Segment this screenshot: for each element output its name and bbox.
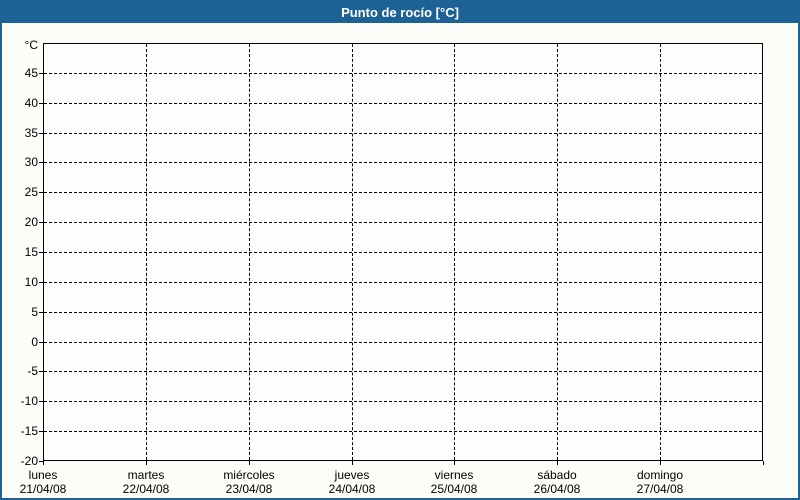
x-date-label: 26/04/08 bbox=[533, 482, 581, 496]
gridline-h bbox=[44, 401, 762, 402]
y-axis-tick bbox=[39, 401, 43, 402]
chart-area: 45 40 35 30 25 20 15 10 5 0 -5 -10 -15 -20 °C lunes 21/0… bbox=[2, 2, 798, 498]
y-tick-label: 25 bbox=[24, 185, 38, 199]
y-tick-label: 10 bbox=[24, 275, 38, 289]
y-tick-label: 20 bbox=[24, 215, 38, 229]
gridline-h bbox=[44, 133, 762, 134]
y-tick-label: -10 bbox=[20, 394, 38, 408]
y-tick-label: -15 bbox=[20, 424, 38, 438]
x-day-label: miércoles bbox=[223, 468, 275, 482]
gridline-h bbox=[44, 252, 762, 253]
x-day-label: sábado bbox=[537, 468, 577, 482]
y-axis-tick bbox=[39, 103, 43, 104]
x-day-label: domingo bbox=[636, 468, 684, 482]
gridline-h bbox=[44, 431, 762, 432]
x-axis-tick bbox=[352, 461, 353, 465]
y-tick-label: -5 bbox=[27, 364, 38, 378]
gridline-v bbox=[352, 44, 353, 460]
y-axis-tick bbox=[39, 282, 43, 283]
gridline-v bbox=[454, 44, 455, 460]
y-tick-label: 40 bbox=[24, 96, 38, 110]
gridline-h bbox=[44, 371, 762, 372]
x-date-label: 23/04/08 bbox=[225, 482, 273, 496]
y-axis-tick bbox=[39, 222, 43, 223]
x-axis-tick bbox=[763, 461, 764, 465]
y-tick-label: -20 bbox=[20, 454, 38, 468]
x-axis-tick bbox=[146, 461, 147, 465]
y-axis-tick bbox=[39, 312, 43, 313]
y-tick-label: 5 bbox=[31, 305, 38, 319]
y-axis-tick bbox=[39, 192, 43, 193]
x-axis-tick bbox=[43, 461, 44, 465]
gridline-h bbox=[44, 73, 762, 74]
y-tick-label: 35 bbox=[24, 126, 38, 140]
y-tick-label: 0 bbox=[31, 335, 38, 349]
x-axis-tick bbox=[454, 461, 455, 465]
gridline-h bbox=[44, 222, 762, 223]
gridline-v bbox=[146, 44, 147, 460]
x-day-label: viernes bbox=[434, 468, 474, 482]
y-axis-tick bbox=[39, 162, 43, 163]
gridline-h bbox=[44, 342, 762, 343]
gridline-h bbox=[44, 192, 762, 193]
y-axis-tick bbox=[39, 371, 43, 372]
x-axis-tick bbox=[557, 461, 558, 465]
gridline-h bbox=[44, 282, 762, 283]
y-tick-label: 45 bbox=[24, 66, 38, 80]
x-day-label: martes bbox=[127, 468, 165, 482]
x-axis-tick bbox=[249, 461, 250, 465]
gridline-h bbox=[44, 162, 762, 163]
y-tick-label: 15 bbox=[24, 245, 38, 259]
gridline-v bbox=[249, 44, 250, 460]
x-date-label: 27/04/08 bbox=[636, 482, 684, 496]
x-date-label: 22/04/08 bbox=[122, 482, 170, 496]
y-axis-tick bbox=[39, 342, 43, 343]
x-date-label: 25/04/08 bbox=[430, 482, 478, 496]
chart-window: Punto de rocío [°C] 45 40 35 30 25 20 15 10 5 0 -5… bbox=[0, 0, 800, 500]
y-axis-unit-label: °C bbox=[24, 38, 38, 52]
y-axis-tick bbox=[39, 133, 43, 134]
y-axis-tick bbox=[39, 73, 43, 74]
y-axis-tick bbox=[39, 431, 43, 432]
y-axis-tick bbox=[39, 252, 43, 253]
x-axis-tick bbox=[660, 461, 661, 465]
gridline-h bbox=[44, 312, 762, 313]
gridline-v bbox=[660, 44, 661, 460]
gridline-v bbox=[557, 44, 558, 460]
gridline-h bbox=[44, 103, 762, 104]
y-tick-label: 30 bbox=[24, 155, 38, 169]
